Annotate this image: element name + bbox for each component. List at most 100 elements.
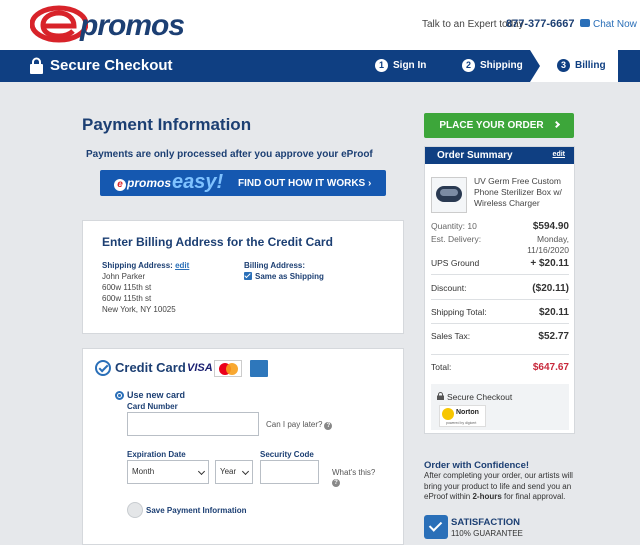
shipping-total-value: $20.11 (538, 307, 569, 318)
place-order-button[interactable]: PLACE YOUR ORDER (424, 113, 574, 138)
step-billing[interactable]: 3 Billing (557, 59, 606, 72)
satisfaction-subtitle: 110% GUARANTEE (451, 529, 523, 538)
order-summary: Order Summary edit UV Germ Free Custom P… (424, 146, 575, 434)
use-new-card-label: Use new card (127, 390, 186, 400)
epromos-logo[interactable]: promos (30, 5, 185, 43)
question-icon: ? (324, 422, 333, 430)
year-value: Year (220, 467, 237, 476)
norton-check-icon (442, 408, 454, 420)
amex-logo (250, 360, 268, 377)
whats-this-help[interactable]: What's this?? (332, 468, 375, 487)
secure-checkout-title: Secure Checkout (50, 57, 173, 74)
expiration-month-select[interactable]: Month (127, 460, 209, 484)
epromos-easy-banner[interactable]: e promos easy! FIND OUT HOW IT WORKS › (100, 170, 386, 196)
use-new-card-radio[interactable] (115, 391, 124, 400)
address-line: 600w 115th st (102, 294, 152, 303)
shipping-total-label: Shipping Total: (431, 307, 487, 317)
step-label: Billing (575, 60, 606, 71)
step-shipping[interactable]: 2 Shipping (462, 59, 523, 72)
card-number-input[interactable] (127, 412, 259, 436)
shipping-price: + $20.11 (530, 258, 569, 269)
check-circle-icon (95, 360, 111, 376)
step-number: 2 (462, 59, 475, 72)
shipping-method-row: UPS Ground + $20.11 (431, 258, 569, 269)
step-label: Sign In (393, 60, 427, 71)
order-edit-link[interactable]: edit (553, 151, 565, 158)
credit-card-section: Credit Card VISA Use new card Card Numbe… (82, 348, 404, 545)
delivery-day: Monday, (537, 234, 569, 244)
expiration-date-label: Expiration Date (127, 450, 186, 459)
address-line: 600w 115th st (102, 283, 152, 292)
address-line: New York, NY 10025 (102, 305, 176, 314)
product-name: UV Germ Free Custom Phone Sterilizer Box… (474, 176, 562, 208)
total-label: Total: (431, 362, 452, 372)
order-summary-title: Order Summary (437, 150, 513, 161)
eproof-note: Payments are only processed after you ap… (86, 149, 373, 160)
shipping-address-label: Shipping Address: edit (102, 261, 189, 270)
checkbox-checked-icon (244, 272, 252, 280)
sales-tax-label: Sales Tax: (431, 331, 471, 341)
quantity-row: Quantity: 10 $594.90 (431, 221, 569, 232)
save-payment-label: Save Payment Information (146, 506, 247, 515)
credit-card-title: Credit Card (115, 360, 186, 375)
banner-cta: FIND OUT HOW IT WORKS › (238, 178, 372, 189)
step-sign-in[interactable]: 1 Sign In (375, 59, 426, 72)
total-value: $647.67 (532, 362, 569, 373)
mastercard-yellow-circle (226, 363, 238, 375)
pay-later-text: Can I pay later? (266, 420, 323, 429)
address-line: John Parker (102, 272, 146, 281)
billing-address-card: Enter Billing Address for the Credit Car… (82, 220, 404, 334)
banner-brand-text: promos (127, 176, 172, 190)
card-number-label: Card Number (127, 402, 178, 411)
product-thumbnail[interactable] (431, 177, 467, 213)
banner-e-icon: e (114, 179, 126, 191)
lock-icon (437, 392, 444, 400)
same-as-shipping-checkbox[interactable]: Same as Shipping (244, 272, 324, 281)
banner-easy-word: easy! (172, 171, 224, 193)
shipping-edit-link[interactable]: edit (175, 261, 189, 270)
security-code-label: Security Code (260, 450, 314, 459)
satisfaction-title: SATISFACTION (451, 517, 520, 528)
secure-checkout-badge: Secure Checkout Norton powered by digice… (431, 384, 569, 430)
quantity-label: Quantity: 10 (431, 221, 477, 231)
site-header: promos Talk to an Expert today 877-377-6… (0, 0, 640, 50)
order-summary-header: Order Summary edit (425, 147, 574, 164)
shipping-total-row: Shipping Total: $20.11 (431, 307, 569, 318)
save-payment-toggle[interactable] (127, 502, 143, 518)
discount-row: Discount: ($20.11) (431, 283, 569, 294)
confidence-body: After completing your order, our artists… (424, 471, 576, 503)
discount-value: ($20.11) (532, 283, 569, 294)
satisfaction-check-icon (424, 515, 448, 539)
divider (431, 354, 569, 355)
divider (431, 299, 569, 300)
confidence-title: Order with Confidence! (424, 460, 530, 471)
logo-wordmark: promos (80, 9, 185, 42)
shipping-label-text: Shipping Address: (102, 261, 173, 270)
quantity-price: $594.90 (532, 221, 569, 232)
billing-card-title: Enter Billing Address for the Credit Car… (102, 235, 333, 249)
sales-tax-row: Sales Tax: $52.77 (431, 331, 569, 342)
lock-icon (30, 57, 43, 74)
phone-link[interactable]: 877-377-6667 (506, 18, 575, 30)
confidence-text-end: for final approval. (501, 492, 566, 501)
security-code-input[interactable] (260, 460, 319, 484)
step-label: Shipping (480, 60, 523, 71)
norton-seal[interactable]: Norton powered by digicert (439, 405, 486, 427)
billing-address-label: Billing Address: (244, 261, 306, 270)
delivery-label: Est. Delivery: (431, 234, 482, 244)
secure-checkout-label: Secure Checkout (447, 392, 513, 402)
delivery-date: 11/16/2020 (527, 245, 569, 255)
place-order-label: PLACE YOUR ORDER (439, 120, 544, 131)
divider (431, 274, 569, 275)
chat-now-link[interactable]: Chat Now (580, 19, 637, 30)
page-title: Payment Information (82, 115, 252, 134)
banner-brand: e promos (114, 176, 171, 191)
chevron-down-icon (197, 467, 206, 476)
total-row: Total: $647.67 (431, 362, 569, 373)
pay-later-help[interactable]: Can I pay later?? (266, 420, 333, 430)
month-value: Month (132, 467, 155, 476)
expiration-year-select[interactable]: Year (215, 460, 253, 484)
same-as-shipping-label: Same as Shipping (255, 272, 324, 281)
norton-text: Norton (456, 409, 479, 416)
discount-label: Discount: (431, 283, 467, 293)
